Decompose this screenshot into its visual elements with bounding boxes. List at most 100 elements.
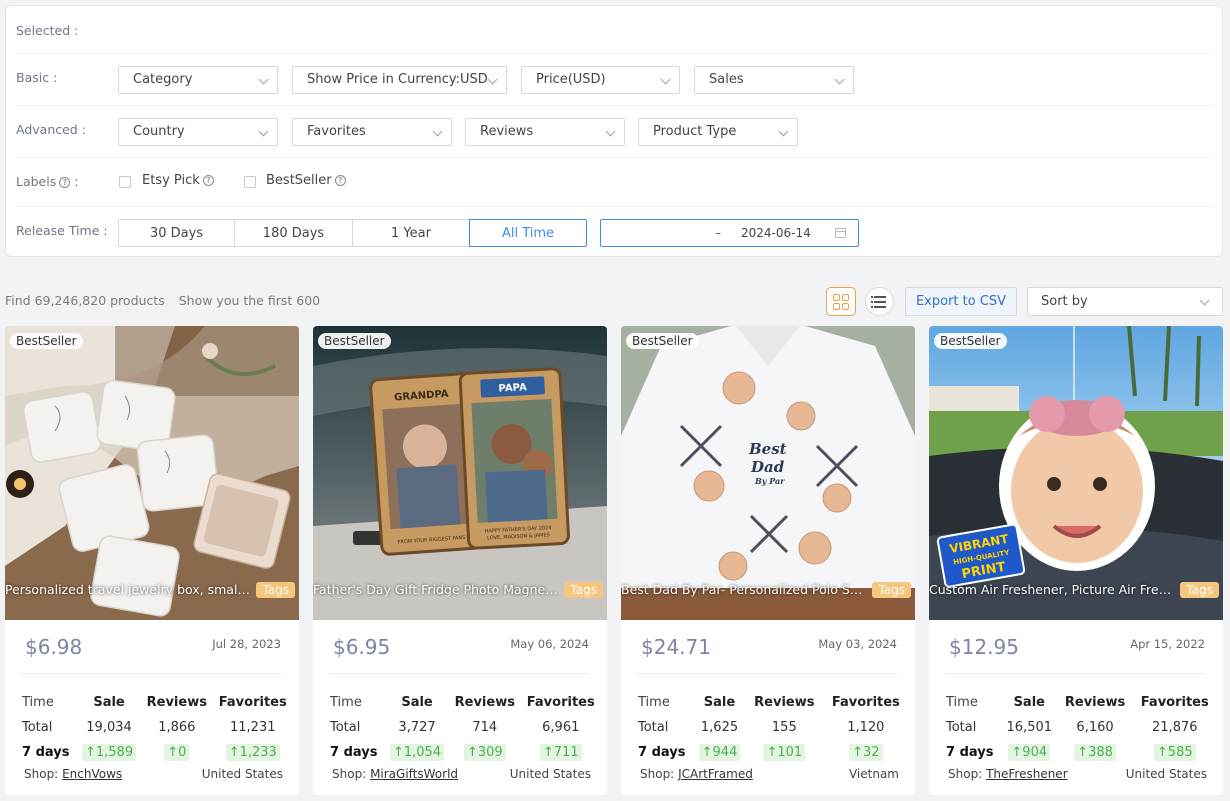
product-card[interactable]: BestSeller Personalized travel jewelry b… xyxy=(5,326,299,795)
release-all-time-button[interactable]: All Time xyxy=(469,219,587,247)
total-sale: 1,625 xyxy=(700,720,739,735)
list-view-button[interactable] xyxy=(865,287,894,316)
release-time-label: Release Time : xyxy=(16,223,108,238)
card-divider xyxy=(21,673,281,674)
stats-row-label: 7 days xyxy=(946,745,994,760)
bestseller-badge: BestSeller xyxy=(626,333,699,349)
sales-dropdown[interactable]: Sales xyxy=(694,66,854,94)
shop-link[interactable]: MiraGiftsWorld xyxy=(370,767,458,781)
reviews-dropdown[interactable]: Reviews xyxy=(465,118,625,146)
week-favorites: ↑585 xyxy=(1153,744,1196,761)
question-circle-icon[interactable]: ? xyxy=(334,175,346,186)
stats-table: Time Sale Reviews Favorites Total 16,501… xyxy=(939,690,1217,765)
chevron-down-icon xyxy=(660,74,671,85)
release-1-year-button[interactable]: 1 Year xyxy=(352,219,470,247)
tags-button[interactable]: Tags xyxy=(564,582,603,598)
stats-7days-row: 7 days ↑1,589 ↑0 ↑1,233 xyxy=(15,740,293,765)
total-reviews: 714 xyxy=(472,720,498,735)
stats-table: Time Sale Reviews Favorites Total 1,625 … xyxy=(631,690,909,765)
total-reviews: 6,160 xyxy=(1076,720,1114,735)
chevron-down-icon xyxy=(1199,295,1210,306)
shop-link[interactable]: JCArtFramed xyxy=(678,767,753,781)
tags-button[interactable]: Tags xyxy=(256,582,295,598)
product-image[interactable]: Best Dad By Par BestSeller Best Dad By P… xyxy=(621,326,915,620)
release-time-row: Release Time : 30 Days 180 Days 1 Year A… xyxy=(16,207,1212,257)
question-circle-icon[interactable]: ? xyxy=(59,177,71,188)
stats-header: Reviews xyxy=(146,695,207,710)
dropdown-label: Sales xyxy=(709,72,744,87)
polo-word: Dad xyxy=(750,458,785,476)
export-csv-button[interactable]: Export to CSV xyxy=(905,287,1017,316)
etsy-pick-label[interactable]: Etsy Pick? xyxy=(142,173,214,188)
dropdown-label: Favorites xyxy=(307,124,366,139)
shop-info: Shop: EnchVows xyxy=(24,767,122,781)
polo-word: Best xyxy=(748,440,787,458)
product-title[interactable]: Custom Air Freshener, Picture Air Fres..… xyxy=(929,582,1177,597)
bestseller-label[interactable]: BestSeller? xyxy=(266,173,346,188)
bestseller-badge: BestSeller xyxy=(318,333,391,349)
week-sale: ↑1,589 xyxy=(81,744,137,761)
dropdown-label: Price(USD) xyxy=(536,72,606,87)
tags-button[interactable]: Tags xyxy=(872,582,911,598)
chevron-down-icon xyxy=(432,126,443,137)
stats-table: Time Sale Reviews Favorites Total 19,034… xyxy=(15,690,293,765)
product-date: Jul 28, 2023 xyxy=(212,637,281,651)
fridge-magnet-photo: GRANDPA FROM YOUR BIGGEST FANS PAPA HAPP… xyxy=(313,326,607,620)
results-summary: Find 69,246,820 products Show you the fir… xyxy=(5,293,320,308)
stats-row-label: 7 days xyxy=(330,745,378,760)
shop-link[interactable]: TheFreshener xyxy=(986,767,1068,781)
product-card[interactable]: GRANDPA FROM YOUR BIGGEST FANS PAPA HAPP… xyxy=(313,326,607,795)
total-sale: 16,501 xyxy=(1006,720,1053,735)
selected-row: Selected : xyxy=(16,6,1212,54)
favorites-dropdown[interactable]: Favorites xyxy=(292,118,452,146)
stats-header: Time xyxy=(22,695,54,710)
product-image[interactable]: BestSeller Personalized travel jewelry b… xyxy=(5,326,299,620)
dropdown-label: Product Type xyxy=(653,124,737,139)
shop-link[interactable]: EnchVows xyxy=(62,767,122,781)
release-30-days-button[interactable]: 30 Days xyxy=(118,219,235,247)
shop-info: Shop: MiraGiftsWorld xyxy=(332,767,458,781)
tags-button[interactable]: Tags xyxy=(1180,582,1219,598)
price-dropdown[interactable]: Price(USD) xyxy=(521,66,680,94)
question-circle-icon[interactable]: ? xyxy=(202,175,214,186)
card-divider xyxy=(637,673,897,674)
total-favorites: 11,231 xyxy=(230,720,276,735)
product-type-dropdown[interactable]: Product Type xyxy=(638,118,798,146)
stats-header-row: Time Sale Reviews Favorites xyxy=(631,690,909,715)
total-sale: 19,034 xyxy=(86,720,132,735)
product-price: $6.95 xyxy=(333,635,391,659)
selected-label: Selected : xyxy=(16,23,79,38)
product-card[interactable]: VIBRANT HIGH-QUALITY PRINT BestSeller Cu… xyxy=(929,326,1223,795)
product-title[interactable]: Personalized travel jewelry box, small .… xyxy=(5,582,253,597)
stats-total-row: Total 19,034 1,866 11,231 xyxy=(15,715,293,740)
shop-country: United States xyxy=(1125,767,1207,781)
week-favorites: ↑711 xyxy=(539,744,582,761)
product-image[interactable]: VIBRANT HIGH-QUALITY PRINT BestSeller Cu… xyxy=(929,326,1223,620)
stats-header: Sale xyxy=(401,695,433,710)
stats-row-label: Total xyxy=(946,720,977,735)
week-sale: ↑904 xyxy=(1008,744,1051,761)
air-freshener-photo: VIBRANT HIGH-QUALITY PRINT xyxy=(929,326,1223,620)
shop-label: Shop: xyxy=(332,767,367,781)
date-range-picker[interactable]: – 2024-06-14 xyxy=(600,219,859,247)
bestseller-checkbox[interactable] xyxy=(244,176,256,188)
category-dropdown[interactable]: Category xyxy=(118,66,278,94)
product-title[interactable]: Best Dad By Par- Personalized Polo Sh... xyxy=(621,582,869,597)
product-image[interactable]: GRANDPA FROM YOUR BIGGEST FANS PAPA HAPP… xyxy=(313,326,607,620)
stats-total-row: Total 16,501 6,160 21,876 xyxy=(939,715,1217,740)
country-dropdown[interactable]: Country xyxy=(118,118,278,146)
product-card[interactable]: Best Dad By Par BestSeller Best Dad By P… xyxy=(621,326,915,795)
week-sale: ↑1,054 xyxy=(389,744,445,761)
release-180-days-button[interactable]: 180 Days xyxy=(234,219,353,247)
labels-row: Labels? : Etsy Pick? BestSeller? xyxy=(16,158,1212,207)
stats-header: Favorites xyxy=(1140,695,1209,710)
bestseller-text: BestSeller xyxy=(266,173,332,188)
etsy-pick-checkbox[interactable] xyxy=(119,176,131,188)
chevron-down-icon xyxy=(487,74,498,85)
product-title[interactable]: Father's Day Gift Fridge Photo Magnet... xyxy=(313,582,561,597)
stats-header: Reviews xyxy=(454,695,515,710)
currency-dropdown[interactable]: Show Price in Currency:USD xyxy=(292,66,507,94)
sort-by-dropdown[interactable]: Sort by xyxy=(1027,287,1223,316)
fridge-word: PAPA xyxy=(498,382,527,394)
grid-view-button[interactable] xyxy=(826,287,856,316)
